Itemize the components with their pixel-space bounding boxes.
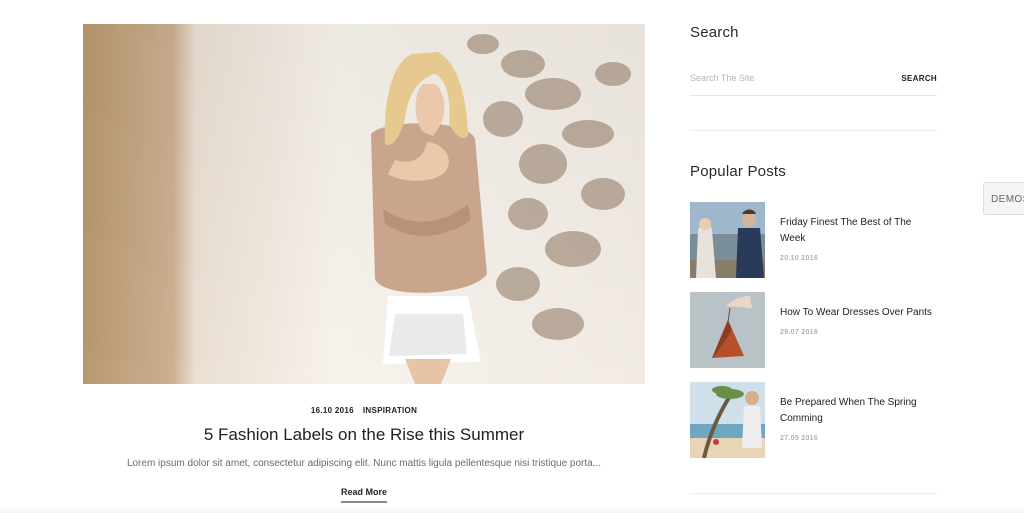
post-excerpt: Lorem ipsum dolor sit amet, consectetur … [126,458,602,469]
sidebar: Search SEARCH Popular Posts [690,24,937,472]
popular-post-date: 29.07 2016 [780,329,819,336]
search-widget: Search SEARCH [690,24,937,96]
popular-post-body: Friday Finest The Best of The Week 20.10… [780,202,937,278]
post-category-link[interactable]: INSPIRATION [363,406,417,415]
post-meta: 16.10 2016 INSPIRATION [83,406,645,415]
popular-posts-list: Friday Finest The Best of The Week 20.10… [690,202,937,458]
search-input[interactable] [690,73,870,83]
popular-post-body: Be Prepared When The Spring Comming 27.0… [780,382,937,458]
popular-post-item: How To Wear Dresses Over Pants 29.07 201… [690,292,937,368]
popular-post-body: How To Wear Dresses Over Pants 29.07 201… [780,292,932,368]
sidebar-divider [690,493,937,494]
popular-posts-widget: Popular Posts Friday Finest The Best of … [690,163,937,458]
popular-post-title[interactable]: Be Prepared When The Spring Comming [780,395,937,427]
read-more-link[interactable]: Read More [340,487,387,503]
search-button[interactable]: SEARCH [901,74,937,83]
popular-post-thumbnail[interactable] [690,292,765,368]
search-form: SEARCH [690,73,937,96]
page-bottom-shadow [0,506,1024,513]
popular-post-title[interactable]: Friday Finest The Best of The Week [780,215,937,247]
popular-post-title[interactable]: How To Wear Dresses Over Pants [780,305,932,321]
search-widget-title: Search [690,24,739,41]
demos-tab[interactable]: DEMOS [983,182,1024,215]
post-title[interactable]: 5 Fashion Labels on the Rise this Summer [83,425,645,445]
popular-post-thumbnail[interactable] [690,202,765,278]
popular-posts-title: Popular Posts [690,163,786,180]
popular-post-thumbnail[interactable] [690,382,765,458]
featured-post: 16.10 2016 INSPIRATION 5 Fashion Labels o… [83,24,645,503]
featured-post-image[interactable] [83,24,645,384]
post-date: 16.10 2016 [310,406,354,415]
popular-post-item: Friday Finest The Best of The Week 20.10… [690,202,937,278]
popular-post-date: 20.10 2016 [780,255,819,262]
widget-divider [690,130,937,131]
popular-post-date: 27.05 2016 [780,435,819,442]
popular-post-item: Be Prepared When The Spring Comming 27.0… [690,382,937,458]
